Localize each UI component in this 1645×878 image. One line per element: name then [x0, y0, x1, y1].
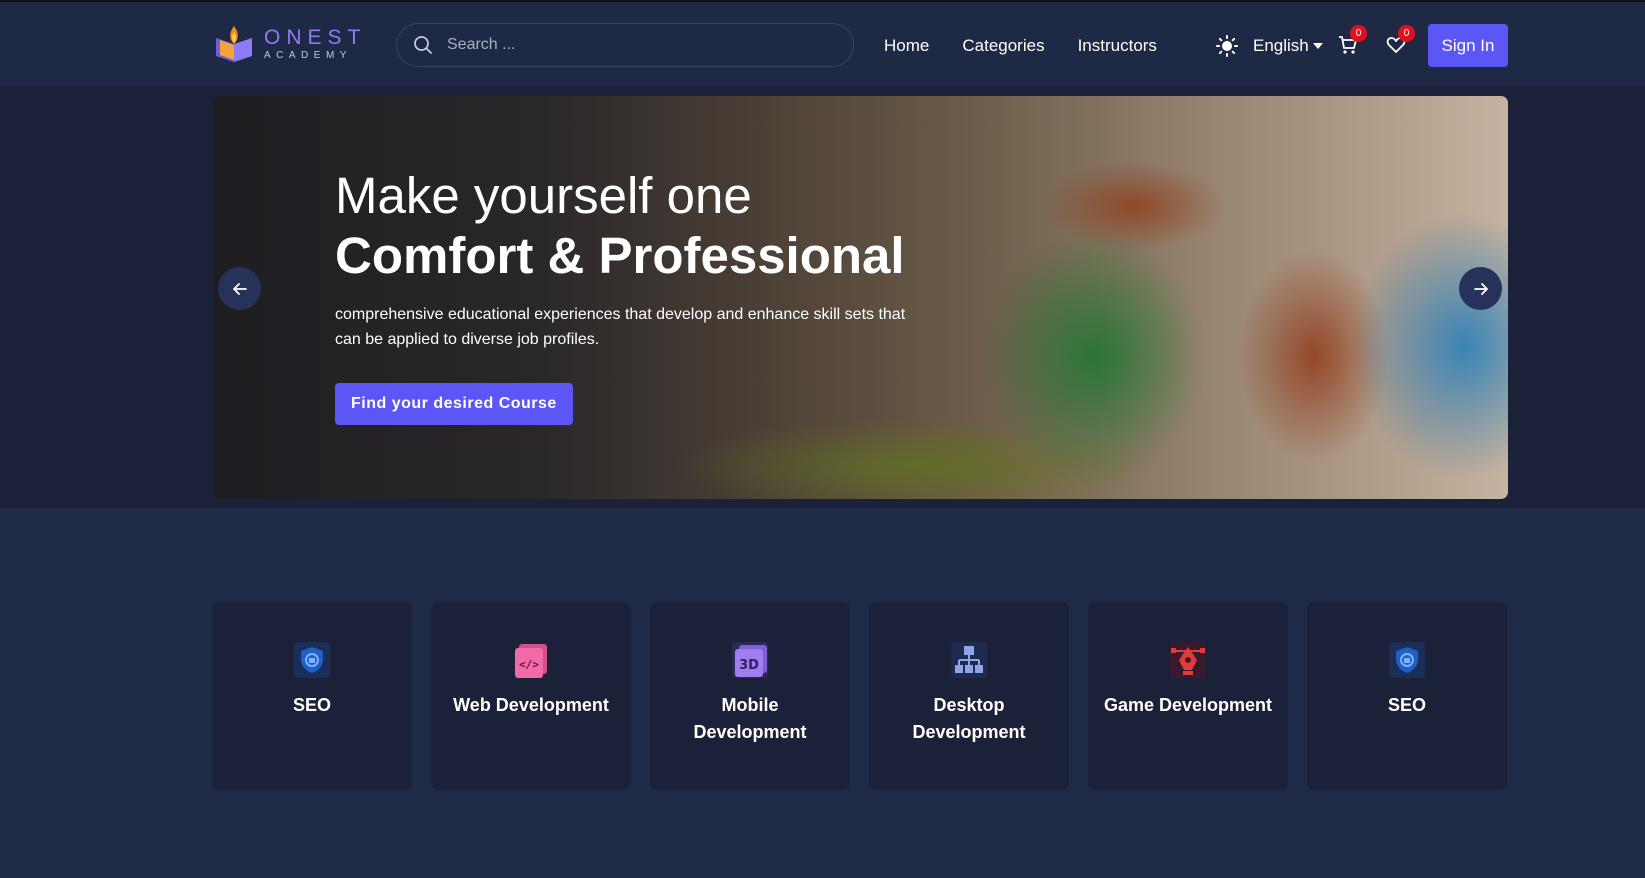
cart-button[interactable]: 0 — [1338, 25, 1367, 60]
logo-icon — [216, 26, 252, 62]
category-label: Web Development — [453, 695, 609, 715]
category-card-seo[interactable]: SEO — [212, 602, 412, 790]
search-input[interactable] — [445, 35, 829, 55]
category-card-desktop-development[interactable]: Desktop Development — [869, 602, 1069, 790]
theme-toggle[interactable] — [1216, 35, 1238, 62]
find-course-button[interactable]: Find your desired Course — [335, 383, 573, 425]
search-icon — [414, 36, 432, 54]
nav-instructors[interactable]: Instructors — [1078, 36, 1157, 56]
main-nav: Home Categories Instructors — [884, 36, 1157, 56]
pen-tool-icon — [1170, 642, 1206, 678]
category-card-mobile-development[interactable]: 3D Mobile Development — [650, 602, 850, 790]
category-list: SEO </> Web Development 3D Mobile Develo… — [212, 602, 1507, 790]
sun-icon — [1216, 35, 1238, 57]
nav-categories[interactable]: Categories — [962, 36, 1044, 56]
category-card-web-development[interactable]: </> Web Development — [431, 602, 631, 790]
category-label: SEO — [1387, 695, 1426, 715]
language-selector[interactable]: English — [1253, 36, 1323, 56]
hero-slider: Make yourself one Comfort & Professional… — [214, 96, 1508, 499]
cart-count-badge: 0 — [1350, 25, 1367, 42]
search-box — [396, 23, 854, 67]
arrow-left-icon — [232, 282, 247, 295]
category-card-seo[interactable]: SEO — [1307, 602, 1507, 790]
svg-text:3D: 3D — [739, 658, 759, 673]
wishlist-count-badge: 0 — [1398, 25, 1415, 42]
logo-name: ONEST — [264, 26, 367, 49]
category-label: Mobile Development — [693, 695, 807, 742]
category-card-game-development[interactable]: Game Development — [1088, 602, 1288, 790]
hero-content: Make yourself one Comfort & Professional… — [335, 166, 915, 425]
nav-home[interactable]: Home — [884, 36, 929, 56]
hero-subtitle: comprehensive educational experiences th… — [335, 306, 906, 348]
arrow-right-icon — [1473, 282, 1488, 295]
slider-next-button[interactable] — [1459, 267, 1502, 310]
language-label: English — [1253, 36, 1309, 55]
category-label: SEO — [292, 695, 331, 715]
site-header: ONEST ACADEMY Home Categories Instructor… — [0, 2, 1645, 86]
code-window-icon: </> — [515, 644, 547, 678]
shield-icon — [1389, 642, 1425, 678]
hero-title-line1: Make yourself one — [335, 167, 752, 224]
svg-text:</>: </> — [519, 658, 539, 671]
hero-title-line2: Comfort & Professional — [335, 227, 905, 284]
caret-down-icon — [1312, 43, 1323, 49]
slider-prev-button[interactable] — [218, 267, 261, 310]
sign-in-button[interactable]: Sign In — [1428, 24, 1508, 67]
shield-icon — [294, 642, 330, 678]
hierarchy-icon — [951, 642, 987, 678]
3d-box-icon: 3D — [732, 642, 768, 678]
wishlist-button[interactable]: 0 — [1386, 25, 1415, 60]
category-label: Desktop Development — [912, 695, 1026, 742]
logo-tagline: ACADEMY — [264, 50, 352, 61]
site-logo[interactable]: ONEST ACADEMY — [214, 24, 366, 64]
category-label: Game Development — [1103, 695, 1273, 715]
